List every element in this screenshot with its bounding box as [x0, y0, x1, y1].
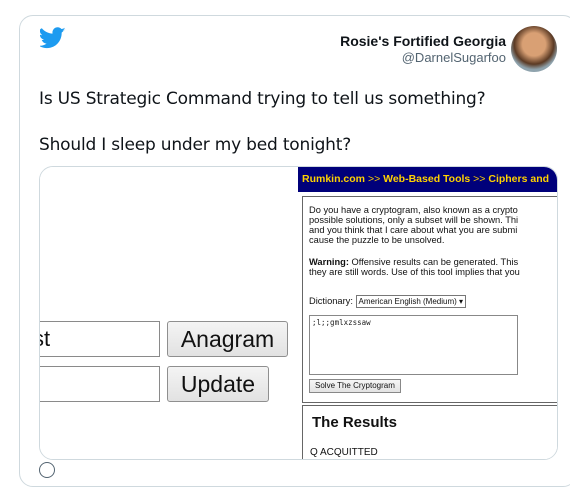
dictionary-value: American English (Medium)	[358, 297, 457, 306]
tweet-author[interactable]: Rosie's Fortified Georgia @DarnelSugarfo…	[340, 33, 506, 66]
breadcrumb-home[interactable]: Rumkin.com	[302, 173, 365, 185]
update-input[interactable]	[40, 366, 160, 402]
anagram-panel: st Anagram Update	[40, 167, 298, 459]
cryptogram-form: Do you have a cryptogram, also known as …	[302, 196, 557, 403]
anagram-input-value: st	[40, 326, 51, 351]
warning-line-1: Warning: Offensive results can be genera…	[309, 257, 518, 268]
dictionary-label: Dictionary:	[309, 295, 353, 306]
cryptogram-textarea[interactable]: ;l;;gmlxzssaw	[309, 315, 518, 375]
breadcrumb-sep: >>	[473, 173, 486, 185]
results-section: The Results Q ACQUITTED	[302, 405, 557, 459]
twitter-bird-icon	[40, 27, 66, 49]
solve-button[interactable]: Solve The Cryptogram	[309, 379, 401, 393]
intro-line: cause the puzzle to be unsolved.	[309, 235, 445, 245]
intro-line: Do you have a cryptogram, also known as …	[309, 205, 518, 215]
chevron-down-icon: ▾	[459, 297, 464, 306]
warning-text: Offensive results can be generated. This	[351, 257, 519, 267]
results-title: The Results	[312, 414, 398, 431]
author-name[interactable]: Rosie's Fortified Georgia	[340, 33, 506, 50]
intro-line: possible solutions, only a subset will b…	[309, 215, 519, 225]
breadcrumb-ciphers[interactable]: Ciphers and	[488, 173, 549, 185]
tweet-text-line-1: Is US Strategic Command trying to tell u…	[39, 89, 486, 109]
anagram-input[interactable]: st	[40, 321, 160, 357]
breadcrumb-sep: >>	[367, 173, 381, 185]
warning-line-2: they are still words. Use of this tool i…	[309, 267, 520, 277]
anagram-button[interactable]: Anagram	[167, 321, 288, 357]
warning-label: Warning:	[309, 257, 349, 267]
tweet-media-image[interactable]: st Anagram Update Rumkin.com >> Web-Base…	[39, 166, 558, 460]
breadcrumb: Rumkin.com >> Web-Based Tools >> Ciphers…	[298, 167, 557, 192]
rumkin-panel: Rumkin.com >> Web-Based Tools >> Ciphers…	[298, 167, 557, 459]
result-item: Q ACQUITTED	[310, 447, 378, 458]
breadcrumb-tools[interactable]: Web-Based Tools	[383, 173, 470, 185]
intro-line: and you think that I care about what you…	[309, 225, 518, 235]
dictionary-select[interactable]: American English (Medium) ▾	[355, 295, 467, 308]
tweet-text-line-2: Should I sleep under my bed tonight?	[39, 135, 352, 155]
dictionary-row: Dictionary: American English (Medium) ▾	[309, 295, 467, 308]
author-handle[interactable]: @DarnelSugarfoo	[340, 50, 506, 66]
update-button[interactable]: Update	[167, 366, 269, 402]
info-icon[interactable]	[39, 462, 55, 478]
avatar[interactable]	[511, 26, 557, 72]
